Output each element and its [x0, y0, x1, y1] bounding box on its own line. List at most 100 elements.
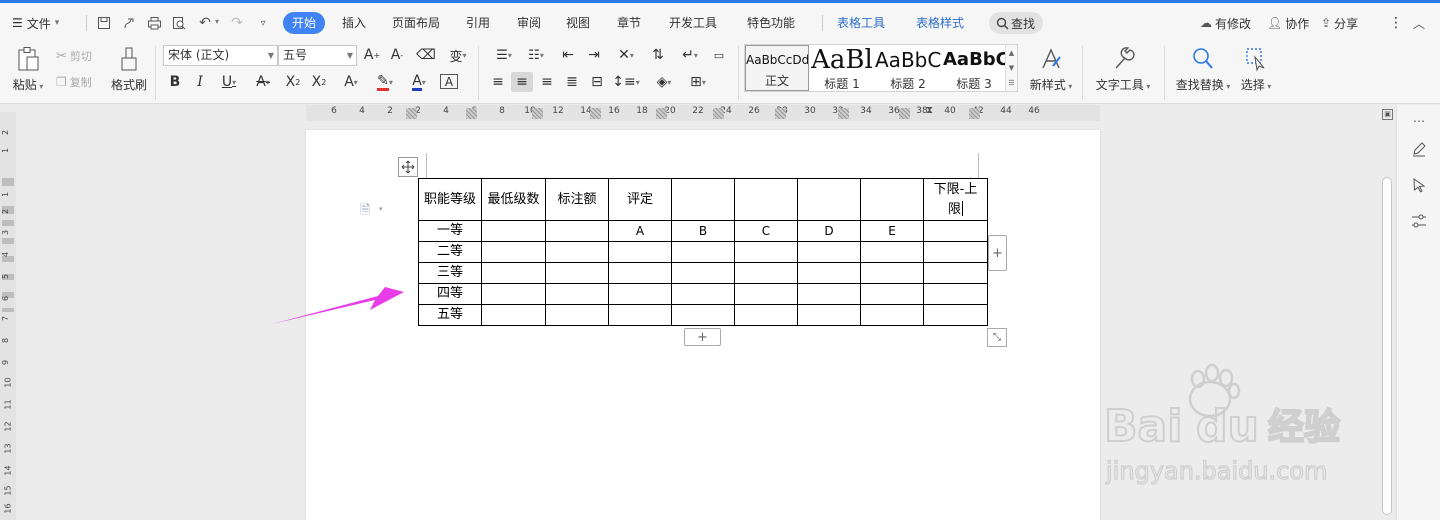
table-cell[interactable] [671, 283, 735, 305]
chevron-down-icon[interactable]: ▾ [379, 205, 383, 213]
more-styles-icon[interactable]: ☰ [1008, 79, 1014, 87]
tab-review[interactable]: 审阅 [517, 12, 541, 34]
copy-button[interactable]: ❐ 复制 [56, 72, 92, 92]
cut-button[interactable]: ✂ 剪切 [56, 46, 92, 66]
table-cell[interactable] [923, 241, 988, 263]
column-marker[interactable] [466, 108, 477, 119]
table-cell[interactable]: E [860, 220, 924, 242]
table-cell[interactable] [545, 304, 609, 326]
superscript-icon[interactable]: X2 [283, 72, 303, 92]
table-cell[interactable] [797, 262, 861, 284]
add-column-button[interactable]: + [988, 235, 1007, 271]
pen-edit-icon[interactable] [1409, 139, 1429, 159]
strikethrough-icon[interactable]: A ▾ [249, 72, 277, 92]
table-cell[interactable]: B [671, 220, 735, 242]
table-cell[interactable]: 四等 [418, 283, 482, 305]
table-cell[interactable]: 三等 [418, 262, 482, 284]
font-size-select[interactable]: 五号 ▼ [278, 45, 357, 66]
align-right-icon[interactable]: ≡ [537, 72, 557, 92]
vertical-scrollbar[interactable]: ▣ [1378, 105, 1396, 520]
grade-table[interactable]: 职能等级 最低级数 标注额 评定 下限-上限 一等 A B C D E 二等 三… [418, 178, 988, 326]
table-cell[interactable] [860, 262, 924, 284]
horizontal-ruler[interactable]: 6422468101214161820222426283032343638404… [306, 105, 1100, 121]
table-cell[interactable]: 二等 [418, 241, 482, 263]
table-cell[interactable]: A [608, 220, 672, 242]
font-name-select[interactable]: 宋体 (正文) ▼ [163, 45, 278, 66]
table-cell[interactable] [734, 178, 798, 221]
column-marker[interactable] [838, 108, 849, 119]
distributed-align-icon[interactable]: ⊟ [587, 72, 607, 92]
tab-special-features[interactable]: 特色功能 [747, 12, 795, 34]
table-cell[interactable] [481, 304, 546, 326]
table-cell[interactable] [860, 283, 924, 305]
table-cell[interactable] [545, 262, 609, 284]
table-cell[interactable] [797, 241, 861, 263]
collaborate-button[interactable]: 👤︎ 协作 [1267, 12, 1309, 34]
increase-font-size-icon[interactable]: A + [363, 45, 381, 65]
print-preview-icon[interactable] [168, 12, 190, 34]
table-cell[interactable] [671, 304, 735, 326]
font-color-icon[interactable]: A ▾ [405, 72, 433, 92]
file-menu[interactable]: ☰ 文件 ▾ [12, 12, 59, 34]
save-icon[interactable] [93, 12, 115, 34]
text-effect-icon[interactable]: A ▾ [337, 72, 365, 92]
table-move-handle[interactable] [398, 157, 418, 177]
paste-button[interactable]: 粘贴 ▾ [8, 44, 48, 100]
table-cell[interactable] [608, 262, 672, 284]
table-cell[interactable] [860, 241, 924, 263]
table-cell[interactable] [797, 178, 861, 221]
subscript-icon[interactable]: X2 [309, 72, 329, 92]
table-cell[interactable]: 评定 [608, 178, 672, 221]
bullet-list-icon[interactable]: ☰ ▾ [490, 45, 518, 65]
column-marker[interactable] [406, 108, 417, 119]
add-row-button[interactable]: + [684, 328, 721, 346]
table-cell[interactable] [734, 283, 798, 305]
style-normal[interactable]: AaBbCcDd 正文 [745, 45, 809, 91]
table-cell[interactable] [608, 241, 672, 263]
decrease-font-size-icon[interactable]: A- [388, 45, 406, 65]
tab-table-styles[interactable]: 表格样式 [916, 12, 964, 34]
new-style-button[interactable]: 新样式 ▾ [1026, 44, 1076, 100]
collapse-ribbon-icon[interactable]: ︿ [1413, 12, 1425, 34]
more-options-icon[interactable]: ⋮ [1389, 12, 1403, 34]
text-tools-button[interactable]: 文字工具 ▾ [1095, 44, 1151, 100]
table-cell[interactable] [734, 262, 798, 284]
table-cell[interactable] [734, 304, 798, 326]
style-heading-3[interactable]: AaBbC( 标题 3 [943, 45, 1005, 91]
style-heading-1[interactable]: AaBl 标题 1 [811, 45, 873, 91]
shading-icon[interactable]: ◈ ▾ [650, 72, 678, 92]
indent-marker-icon[interactable]: ⧗ [926, 105, 933, 116]
table-cell[interactable]: 职能等级 [418, 178, 482, 221]
scroll-down-icon[interactable]: ▼ [1009, 64, 1014, 72]
table-cell[interactable] [923, 304, 988, 326]
page-nav-icon[interactable]: ▣ [1382, 109, 1393, 120]
table-cell[interactable] [797, 283, 861, 305]
redo-icon[interactable]: ↷ [226, 12, 248, 34]
modified-button[interactable]: ☁ 有修改 [1200, 12, 1251, 34]
table-cell[interactable] [860, 178, 924, 221]
find-replace-button[interactable]: 查找替换 ▾ [1174, 44, 1232, 100]
clear-formatting-icon[interactable]: ⌫ [416, 45, 436, 65]
table-cell[interactable] [608, 283, 672, 305]
decrease-indent-icon[interactable]: ⇤ [558, 45, 578, 65]
table-cell[interactable] [797, 304, 861, 326]
search-button[interactable]: 查找 [989, 12, 1043, 34]
table-cell[interactable]: 五等 [418, 304, 482, 326]
output-pdf-icon[interactable] [118, 12, 140, 34]
table-cell[interactable] [608, 304, 672, 326]
table-cell[interactable] [671, 262, 735, 284]
scroll-up-icon[interactable]: ▲ [1009, 49, 1014, 57]
tab-view[interactable]: 视图 [566, 12, 590, 34]
column-marker[interactable] [532, 108, 543, 119]
table-cell[interactable] [671, 241, 735, 263]
undo-icon[interactable]: ↶ [194, 12, 216, 34]
scrollbar-thumb[interactable] [1382, 177, 1392, 515]
table-cell[interactable]: 标注额 [545, 178, 609, 221]
adjust-sliders-icon[interactable] [1409, 211, 1429, 231]
table-cell[interactable] [860, 304, 924, 326]
select-button[interactable]: 选择 ▾ [1238, 44, 1274, 100]
table-cell[interactable]: 下限-上限 [923, 178, 988, 221]
paragraph-options-icon[interactable]: 🗎︎ [360, 201, 370, 223]
italic-icon[interactable]: I [192, 72, 208, 92]
column-marker[interactable] [590, 108, 601, 119]
